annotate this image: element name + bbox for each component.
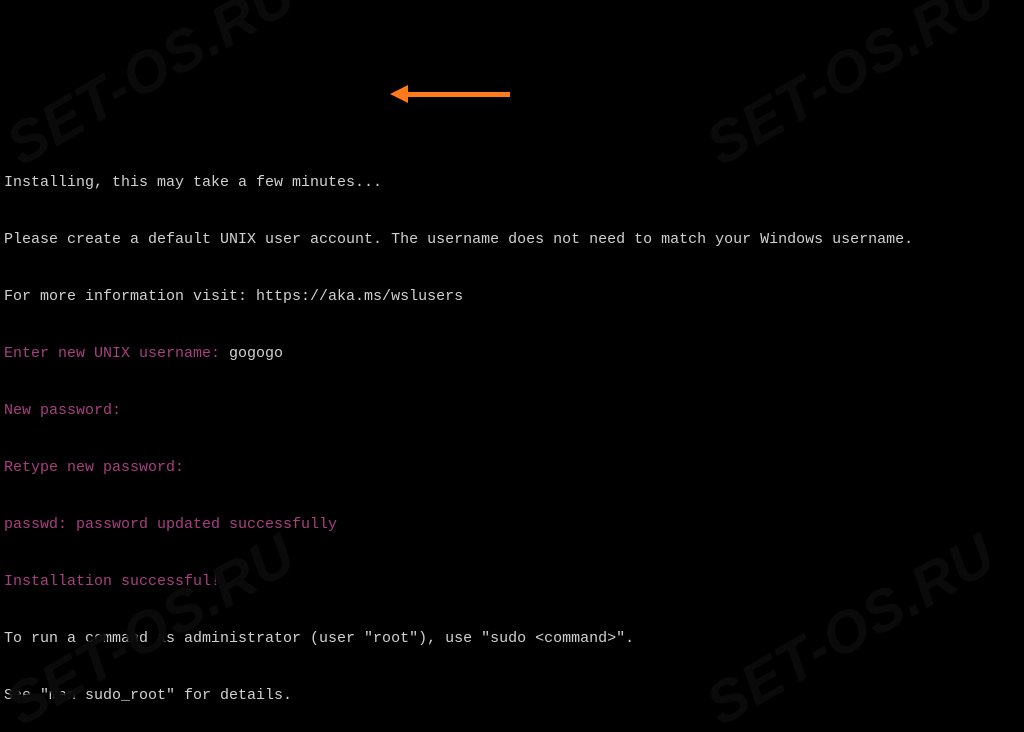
output-line: Please create a default UNIX user accoun…	[4, 230, 1020, 249]
output-line: To run a command as administrator (user …	[4, 629, 1020, 648]
watermark: SET-OS.RU	[707, 0, 995, 158]
prompt-text: Enter new UNIX username:	[4, 345, 229, 362]
output-line: Retype new password:	[4, 458, 1020, 477]
username-value: gogogo	[229, 345, 283, 362]
output-line: For more information visit: https://aka.…	[4, 287, 1020, 306]
watermark: SET-OS.RU	[7, 0, 295, 158]
terminal-window[interactable]: SET-OS.RU SET-OS.RU SET-OS.RU SET-OS.RU …	[0, 0, 1024, 732]
output-line: Installing, this may take a few minutes.…	[4, 173, 1020, 192]
output-line: passwd: password updated successfully	[4, 515, 1020, 534]
output-line: See "man sudo_root" for details.	[4, 686, 1020, 705]
output-line: Enter new UNIX username: gogogo	[4, 344, 1020, 363]
output-line: Installation successful!	[4, 572, 1020, 591]
output-line: New password:	[4, 401, 1020, 420]
annotation-arrow-icon	[390, 86, 510, 102]
